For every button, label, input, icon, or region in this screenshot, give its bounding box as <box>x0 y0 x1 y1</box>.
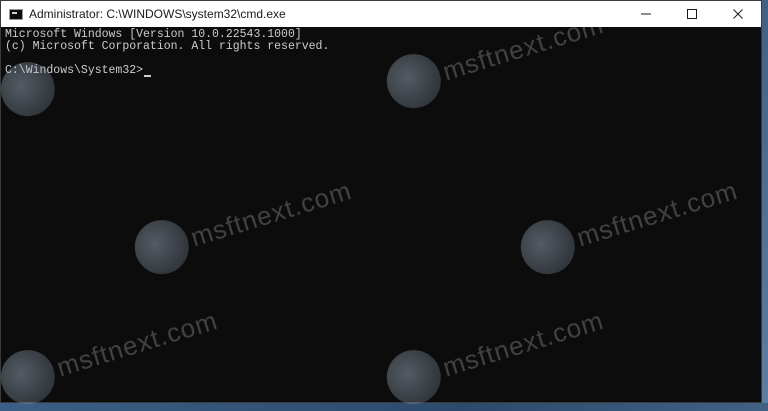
close-button[interactable] <box>715 1 761 27</box>
title-bar[interactable]: Administrator: C:\WINDOWS\system32\cmd.e… <box>1 1 761 27</box>
maximize-button[interactable] <box>669 1 715 27</box>
maximize-icon <box>687 9 697 19</box>
minimize-icon <box>641 13 651 15</box>
cmd-icon[interactable] <box>9 8 23 20</box>
window-controls <box>623 1 761 27</box>
text-cursor <box>144 75 152 77</box>
console-prompt-line[interactable]: C:\Windows\System32> <box>5 65 757 77</box>
cmd-window: Administrator: C:\WINDOWS\system32\cmd.e… <box>0 0 762 403</box>
minimize-button[interactable] <box>623 1 669 27</box>
console-line-copyright: (c) Microsoft Corporation. All rights re… <box>5 40 330 53</box>
window-title: Administrator: C:\WINDOWS\system32\cmd.e… <box>29 7 286 21</box>
scrollbar-track[interactable] <box>749 27 761 402</box>
console-output[interactable]: Microsoft Windows [Version 10.0.22543.10… <box>1 27 761 402</box>
close-icon <box>733 9 743 19</box>
console-prompt: C:\Windows\System32> <box>5 64 144 77</box>
